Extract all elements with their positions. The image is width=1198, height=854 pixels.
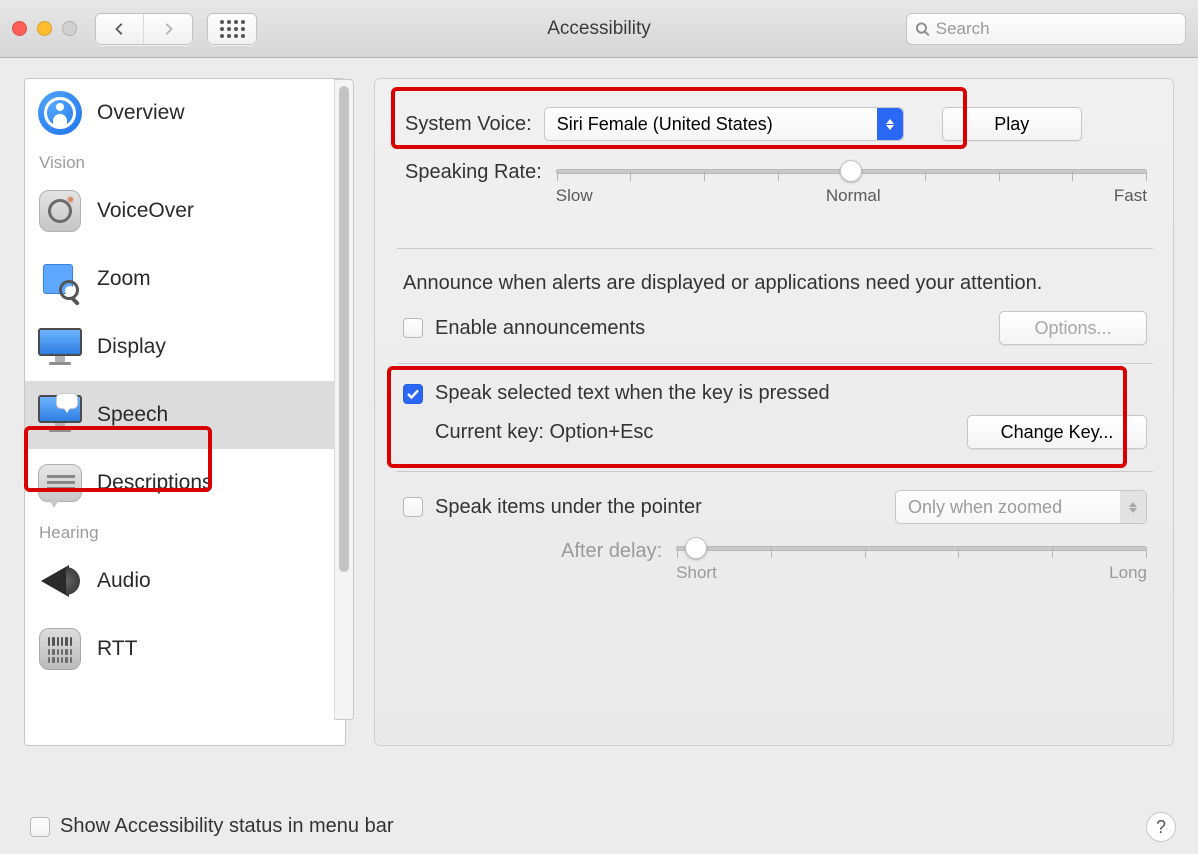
current-key-label: Current key: Option+Esc [435, 421, 653, 444]
sidebar-item-descriptions[interactable]: Descriptions [25, 449, 345, 517]
rate-fast-label: Fast [1114, 186, 1147, 206]
search-input[interactable] [936, 19, 1177, 39]
sidebar-item-label: Audio [97, 569, 151, 593]
display-icon [37, 324, 83, 370]
sidebar-container: Overview Vision VoiceOver Zoom Display [24, 78, 354, 788]
pointer-mode-select[interactable]: Only when zoomed [895, 490, 1147, 524]
rate-slow-label: Slow [556, 186, 593, 206]
system-voice-label: System Voice: [405, 113, 532, 136]
grid-icon [220, 20, 245, 38]
sidebar-item-zoom[interactable]: Zoom [25, 245, 345, 313]
titlebar: Accessibility [0, 0, 1198, 58]
descriptions-icon [37, 460, 83, 506]
speak-pointer-checkbox[interactable] [403, 497, 423, 517]
enable-announcements-label: Enable announcements [435, 317, 645, 340]
sidebar-item-speech[interactable]: Speech [25, 381, 345, 449]
back-button[interactable] [96, 14, 144, 44]
search-field[interactable] [906, 13, 1186, 45]
slider-thumb[interactable] [840, 160, 862, 182]
sidebar-item-rtt[interactable]: RTT [25, 615, 345, 683]
show-all-button[interactable] [207, 13, 257, 45]
sidebar-item-label: Zoom [97, 267, 151, 291]
overview-icon [37, 90, 83, 136]
chevron-updown-icon [877, 108, 903, 140]
scrollbar-thumb[interactable] [339, 86, 349, 572]
forward-button[interactable] [144, 14, 192, 44]
speaking-rate-label: Speaking Rate: [405, 161, 542, 184]
slider-ticks [677, 543, 1146, 557]
settings-panel: System Voice: Siri Female (United States… [374, 78, 1174, 746]
speak-pointer-label: Speak items under the pointer [435, 496, 702, 519]
delay-long-label: Long [1109, 563, 1147, 583]
zoom-window-button[interactable] [62, 21, 77, 36]
close-window-button[interactable] [12, 21, 27, 36]
minimize-window-button[interactable] [37, 21, 52, 36]
show-status-label: Show Accessibility status in menu bar [60, 815, 394, 838]
sidebar-item-voiceover[interactable]: VoiceOver [25, 177, 345, 245]
section-hearing: Hearing [25, 517, 345, 547]
rtt-icon [37, 626, 83, 672]
play-button[interactable]: Play [942, 107, 1082, 141]
system-voice-value: Siri Female (United States) [557, 114, 773, 135]
sidebar-item-audio[interactable]: Audio [25, 547, 345, 615]
help-icon: ? [1156, 817, 1166, 838]
announce-description: Announce when alerts are displayed or ap… [403, 269, 1147, 297]
slider-thumb[interactable] [685, 537, 707, 559]
help-button[interactable]: ? [1146, 812, 1176, 842]
rate-normal-label: Normal [826, 186, 881, 206]
pointer-mode-value: Only when zoomed [908, 497, 1062, 518]
after-delay-label: After delay: [561, 540, 662, 563]
sidebar-item-label: VoiceOver [97, 199, 194, 223]
section-vision: Vision [25, 147, 345, 177]
change-key-button[interactable]: Change Key... [967, 415, 1147, 449]
audio-icon [37, 558, 83, 604]
window-controls [12, 21, 77, 36]
speech-icon [37, 392, 83, 438]
speaking-rate-slider[interactable] [556, 169, 1147, 174]
sidebar-item-label: Display [97, 335, 166, 359]
category-list: Overview Vision VoiceOver Zoom Display [24, 78, 346, 746]
sidebar-item-label: RTT [97, 637, 137, 661]
sidebar-item-display[interactable]: Display [25, 313, 345, 381]
nav-segmented [95, 13, 193, 45]
zoom-icon [37, 256, 83, 302]
sidebar-scrollbar[interactable] [334, 79, 354, 720]
content-area: Overview Vision VoiceOver Zoom Display [0, 58, 1198, 794]
sidebar-item-label: Descriptions [97, 471, 213, 495]
speak-selected-label: Speak selected text when the key is pres… [435, 382, 830, 405]
speak-selected-checkbox[interactable] [403, 384, 423, 404]
sidebar-item-label: Speech [97, 403, 168, 427]
footer: Show Accessibility status in menu bar [30, 815, 394, 838]
sidebar-item-label: Overview [97, 101, 185, 125]
chevron-updown-icon [1120, 491, 1146, 523]
search-icon [915, 21, 930, 37]
announcements-options-button[interactable]: Options... [999, 311, 1147, 345]
show-status-checkbox[interactable] [30, 817, 50, 837]
system-voice-select[interactable]: Siri Female (United States) [544, 107, 904, 141]
enable-announcements-checkbox[interactable] [403, 318, 423, 338]
delay-short-label: Short [676, 563, 717, 583]
sidebar-item-overview[interactable]: Overview [25, 79, 345, 147]
voiceover-icon [37, 188, 83, 234]
after-delay-slider[interactable] [676, 546, 1147, 551]
